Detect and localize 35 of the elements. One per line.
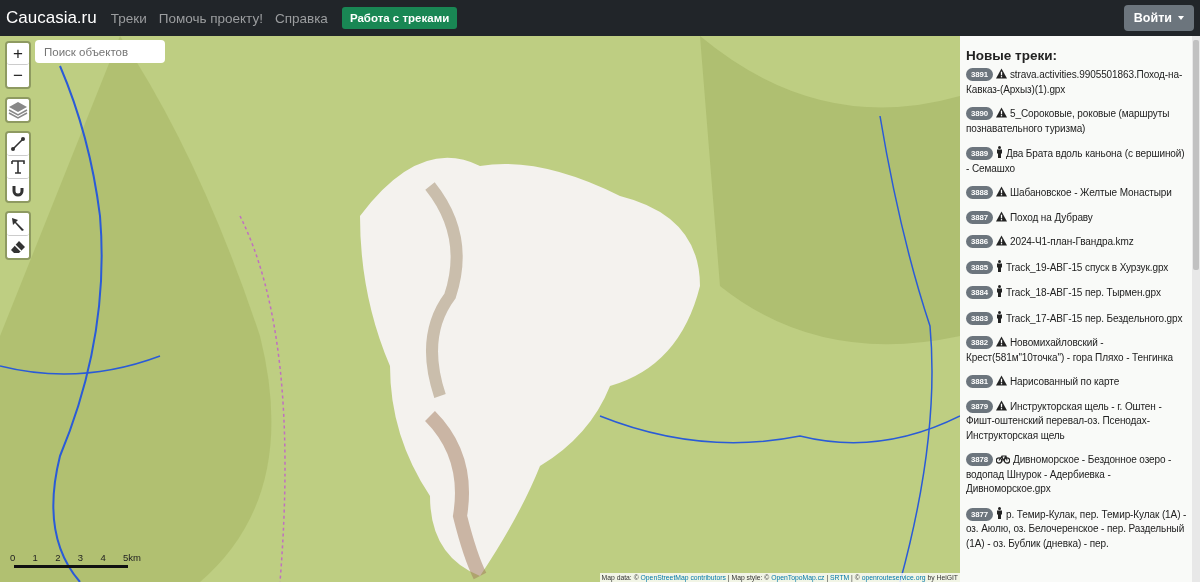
bicycle-icon	[995, 454, 1010, 464]
draw-line-icon[interactable]	[10, 136, 26, 152]
site-logo[interactable]: Caucasia.ru	[6, 8, 97, 28]
warning-icon	[995, 107, 1007, 118]
scale-label: 0	[10, 552, 16, 563]
person-icon	[995, 259, 1003, 272]
pointer-tool-icon[interactable]	[10, 216, 26, 232]
nav-link[interactable]: Помочь проекту!	[158, 10, 263, 26]
warning-icon	[995, 336, 1007, 347]
nav-link[interactable]: Треки	[110, 10, 147, 26]
person-icon	[995, 506, 1003, 519]
warning-icon	[995, 399, 1007, 411]
warning-icon	[995, 375, 1007, 386]
warning-icon	[995, 210, 1007, 222]
person-icon	[995, 310, 1003, 323]
scrollbar[interactable]	[1192, 36, 1200, 582]
nav-link[interactable]: Справка	[274, 10, 328, 26]
layers-icon[interactable]	[7, 99, 29, 121]
scale-label: 3	[77, 552, 84, 563]
eraser-icon[interactable]	[10, 239, 26, 255]
person-icon	[995, 285, 1003, 297]
person-icon	[995, 146, 1003, 158]
login-button[interactable]: Войти	[1123, 5, 1194, 31]
sidebar-title: Новые треки:	[966, 48, 1058, 63]
text-tool-icon[interactable]	[10, 159, 26, 175]
search-field[interactable]: Поиск объектов	[35, 40, 165, 63]
zoom-in-button[interactable]: +	[7, 43, 29, 65]
warning-icon	[995, 68, 1007, 79]
warning-icon	[995, 186, 1007, 197]
scale-label: 2	[55, 552, 61, 563]
scale-label: 5km	[123, 552, 141, 563]
scale-label: 1	[32, 552, 38, 563]
tracks-button[interactable]: Работа с треками	[341, 7, 458, 29]
warning-icon	[995, 235, 1007, 246]
scale-label: 4	[100, 552, 106, 563]
